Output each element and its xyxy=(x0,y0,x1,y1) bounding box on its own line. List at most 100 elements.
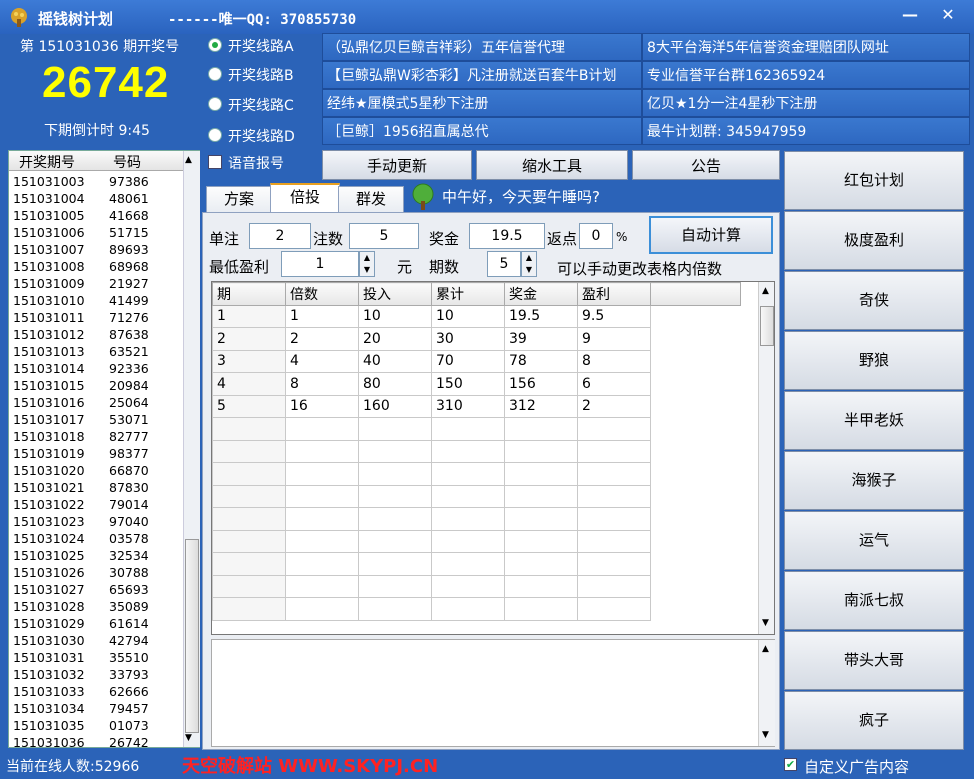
grid-cell[interactable] xyxy=(577,417,651,441)
grid-cell[interactable]: 10 xyxy=(431,304,505,328)
grid-cell[interactable] xyxy=(431,462,505,486)
grid-cell[interactable]: 40 xyxy=(358,349,432,373)
table-row[interactable] xyxy=(212,597,741,621)
ad-link[interactable]: 8大平台海洋5年信誉资金理赔团队网址 xyxy=(642,33,970,61)
table-row[interactable]: 4 8 80 150 156 6 xyxy=(212,372,741,396)
grid-cell[interactable]: 4 xyxy=(285,349,359,373)
minimize-button[interactable]: — xyxy=(898,5,922,27)
grid-cell[interactable] xyxy=(431,484,505,508)
grid-cell[interactable]: 2 xyxy=(212,327,286,351)
grid-cell[interactable] xyxy=(358,574,432,598)
periods-stepper[interactable]: ▲ ▼ xyxy=(521,251,537,277)
periods-input[interactable]: 5 xyxy=(487,251,521,277)
grid-cell[interactable] xyxy=(285,462,359,486)
column-header-issue[interactable]: 开奖期号 xyxy=(19,152,75,172)
table-row[interactable] xyxy=(212,574,741,598)
table-row[interactable] xyxy=(212,462,741,486)
scroll-up-icon[interactable]: ▲ xyxy=(762,644,769,654)
history-row[interactable]: 151031009 21927 xyxy=(9,275,183,292)
plan-button[interactable]: 奇侠 xyxy=(784,271,964,330)
grid-cell[interactable] xyxy=(285,417,359,441)
rebate-input[interactable]: 0 xyxy=(579,223,613,249)
history-row[interactable]: 151031014 92336 xyxy=(9,360,183,377)
count-input[interactable]: 5 xyxy=(349,223,419,249)
plan-button[interactable]: 半甲老妖 xyxy=(784,391,964,450)
table-row[interactable]: 1 1 10 10 19.5 9.5 xyxy=(212,304,741,328)
history-row[interactable]: 151031028 35089 xyxy=(9,598,183,615)
scroll-up-icon[interactable]: ▲ xyxy=(762,286,769,296)
history-row[interactable]: 151031010 41499 xyxy=(9,292,183,309)
history-row[interactable]: 151031015 20984 xyxy=(9,377,183,394)
radio-icon[interactable] xyxy=(208,128,222,142)
grid-cell[interactable] xyxy=(212,484,286,508)
shrink-tool-button[interactable]: 缩水工具 xyxy=(476,150,628,180)
history-row[interactable]: 151031026 30788 xyxy=(9,564,183,581)
unit-input[interactable]: 2 xyxy=(249,223,311,249)
scroll-down-icon[interactable]: ▼ xyxy=(762,730,769,740)
scroll-down-icon[interactable]: ▼ xyxy=(185,733,192,743)
column-header[interactable]: 投入 xyxy=(358,282,432,306)
grid-cell[interactable] xyxy=(431,597,505,621)
radio-icon[interactable] xyxy=(208,97,222,111)
plan-button[interactable]: 红包计划 xyxy=(784,151,964,210)
grid-scrollbar[interactable]: ▲ ▼ xyxy=(758,282,774,634)
ad-link[interactable]: 专业信誉平台群162365924 xyxy=(642,61,970,89)
grid-cell[interactable]: 10 xyxy=(358,304,432,328)
plan-button[interactable]: 海猴子 xyxy=(784,451,964,510)
plan-button[interactable]: 带头大哥 xyxy=(784,631,964,690)
grid-cell[interactable] xyxy=(504,462,578,486)
table-row[interactable] xyxy=(212,507,741,531)
grid-cell[interactable]: 9 xyxy=(577,327,651,351)
checkbox-checked-icon[interactable]: ✔ xyxy=(784,758,797,771)
message-textarea[interactable]: ▲ ▼ xyxy=(211,639,775,747)
history-row[interactable]: 151031008 68968 xyxy=(9,258,183,275)
history-row[interactable]: 151031003 97386 xyxy=(9,173,183,190)
history-row[interactable]: 151031017 53071 xyxy=(9,411,183,428)
history-list[interactable]: 开奖期号 号码 151031003 97386 151031004 48061 1510… xyxy=(8,150,200,750)
grid-cell[interactable]: 2 xyxy=(285,327,359,351)
notice-button[interactable]: 公告 xyxy=(632,150,780,180)
history-row[interactable]: 151031016 25064 xyxy=(9,394,183,411)
history-row[interactable]: 151031013 63521 xyxy=(9,343,183,360)
grid-cell[interactable] xyxy=(577,529,651,553)
grid-cell[interactable] xyxy=(504,417,578,441)
multiplier-grid[interactable]: 期倍数 投入 累计 奖金 盈利 1 1 10 10 19.5 9.5 2 2 20 30 39 9 3 4 40 70 7… xyxy=(211,281,775,635)
history-row[interactable]: 151031005 41668 xyxy=(9,207,183,224)
notes-scrollbar[interactable]: ▲ ▼ xyxy=(758,640,775,746)
grid-cell[interactable]: 80 xyxy=(358,372,432,396)
table-row[interactable]: 5 16 160 310 312 2 xyxy=(212,394,741,418)
grid-cell[interactable]: 6 xyxy=(577,372,651,396)
line-option-b[interactable]: 开奖线路B xyxy=(208,65,294,87)
custom-ad-label[interactable]: 自定义广告内容 xyxy=(804,756,909,777)
grid-cell[interactable] xyxy=(577,552,651,576)
grid-cell[interactable]: 78 xyxy=(504,349,578,373)
grid-cell[interactable] xyxy=(504,574,578,598)
history-row[interactable]: 151031020 66870 xyxy=(9,462,183,479)
grid-cell[interactable]: 1 xyxy=(285,304,359,328)
history-scrollbar[interactable]: ▲ ▼ xyxy=(183,151,200,747)
grid-cell[interactable] xyxy=(358,484,432,508)
grid-cell[interactable]: 8 xyxy=(577,349,651,373)
ad-link[interactable]: ［巨鲸］1956招直属总代 xyxy=(322,117,642,145)
radio-icon[interactable] xyxy=(208,67,222,81)
grid-cell[interactable] xyxy=(285,552,359,576)
history-row[interactable]: 151031033 62666 xyxy=(9,683,183,700)
grid-cell[interactable] xyxy=(285,484,359,508)
grid-cell[interactable] xyxy=(504,507,578,531)
grid-cell[interactable] xyxy=(577,484,651,508)
grid-cell[interactable] xyxy=(358,597,432,621)
plan-button[interactable]: 南派七叔 xyxy=(784,571,964,630)
grid-cell[interactable] xyxy=(577,597,651,621)
grid-cell[interactable]: 19.5 xyxy=(504,304,578,328)
plan-button[interactable]: 运气 xyxy=(784,511,964,570)
line-option-d[interactable]: 开奖线路D xyxy=(208,126,295,148)
history-row[interactable]: 151031004 48061 xyxy=(9,190,183,207)
grid-cell[interactable] xyxy=(285,574,359,598)
grid-cell[interactable] xyxy=(431,552,505,576)
grid-cell[interactable] xyxy=(212,552,286,576)
column-header[interactable]: 倍数 xyxy=(285,282,359,306)
grid-cell[interactable] xyxy=(212,417,286,441)
table-row[interactable] xyxy=(212,417,741,441)
history-row[interactable]: 151031011 71276 xyxy=(9,309,183,326)
table-row[interactable] xyxy=(212,439,741,463)
